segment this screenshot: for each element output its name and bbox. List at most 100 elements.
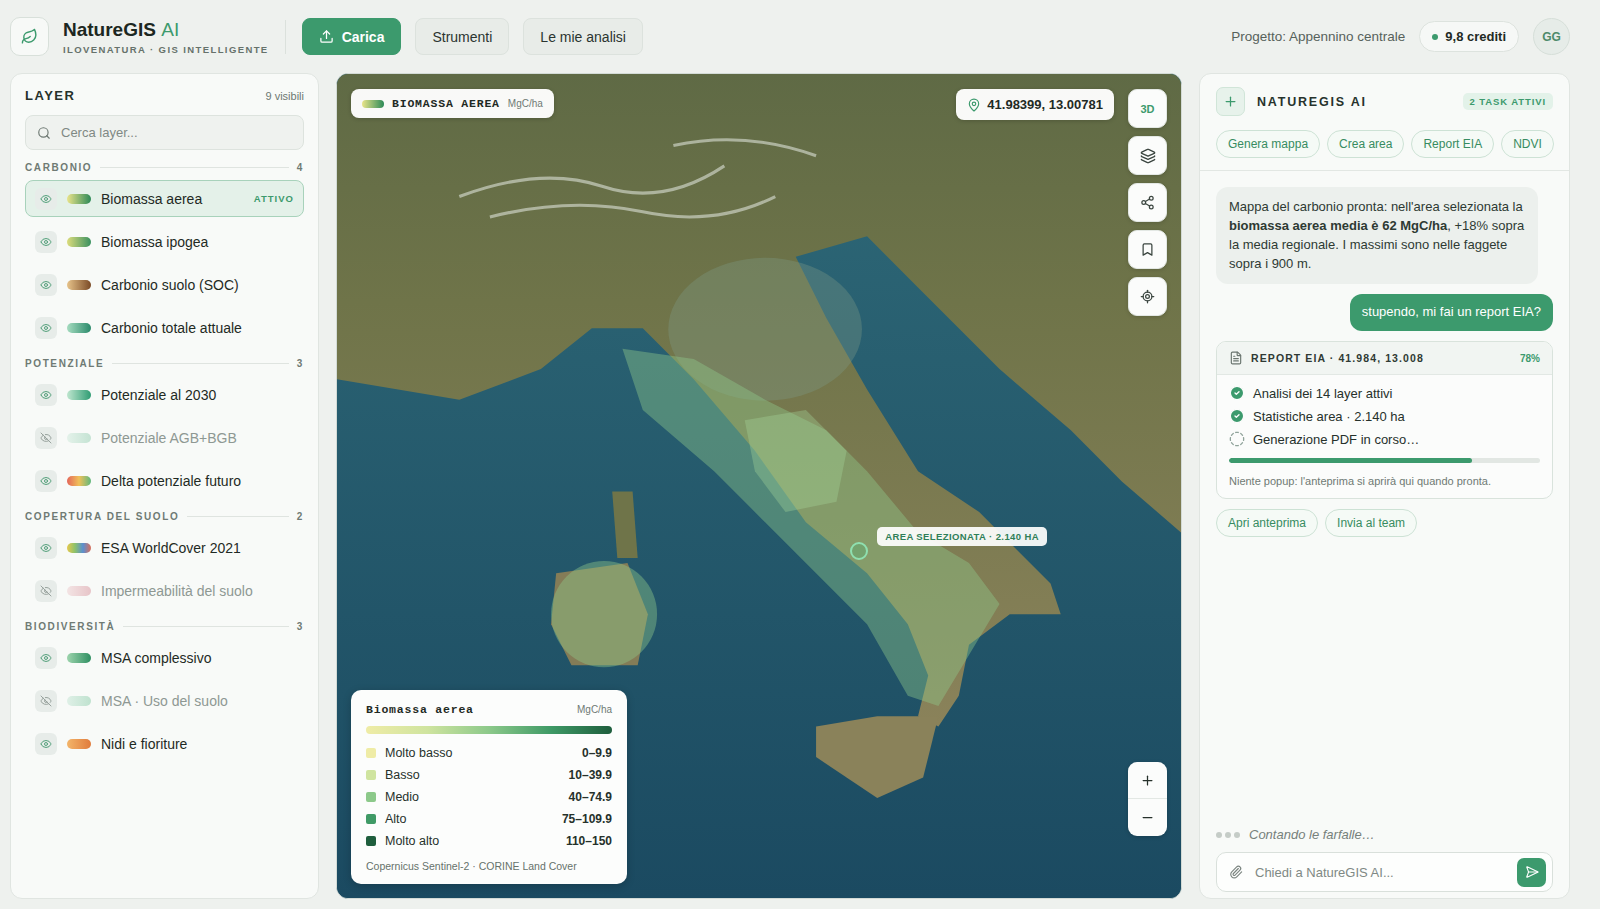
- app: NatureGIS AIILOVENATURA · GIS INTELLIGEN…: [0, 0, 1600, 909]
- legend-swatch: [366, 792, 376, 802]
- toolbar-button[interactable]: Strumenti: [415, 18, 509, 55]
- layer-group: BIODIVERSITÀ3MSA complessivoMSA · Uso de…: [25, 609, 304, 762]
- upload-icon: [319, 29, 334, 44]
- layer-swatch: [67, 390, 91, 400]
- visibility-toggle[interactable]: [35, 274, 57, 296]
- map-view[interactable]: BIOMASSA AEREAMgC/ha 41.98399, 13.00781 3D…: [336, 73, 1182, 899]
- legend-header: Biomassa aerea MgC/ha: [366, 703, 612, 716]
- visibility-toggle[interactable]: [35, 427, 57, 449]
- bookmark-button[interactable]: [1128, 230, 1167, 269]
- send-button[interactable]: [1517, 858, 1546, 887]
- layer-list: ESA WorldCover 2021 Impermeabilità del su…: [25, 529, 304, 609]
- layer-list: Potenziale al 2030 Potenziale AGB+BGB Delt…: [25, 376, 304, 499]
- visibility-toggle[interactable]: [35, 188, 57, 210]
- legend-title: Biomassa aerea: [366, 703, 474, 716]
- visible-count: 9 visibili: [265, 90, 304, 102]
- layer-item[interactable]: Biomassa ipogea: [25, 223, 304, 260]
- visibility-toggle[interactable]: [35, 384, 57, 406]
- logo[interactable]: [10, 17, 49, 56]
- layer-item[interactable]: Delta potenziale futuro: [25, 462, 304, 499]
- map-pin-icon: [967, 98, 981, 112]
- eye-off-icon: [40, 432, 52, 444]
- legend-unit: MgC/ha: [577, 704, 612, 715]
- zoom-in-button[interactable]: [1128, 762, 1167, 799]
- visibility-toggle[interactable]: [35, 580, 57, 602]
- coordinates-chip[interactable]: 41.98399, 13.00781: [956, 89, 1114, 120]
- task-action-chip[interactable]: Invia al team: [1325, 509, 1417, 537]
- layer-item[interactable]: MSA · Uso del suolo: [25, 682, 304, 719]
- layer-search[interactable]: [25, 115, 304, 150]
- eye-icon: [40, 389, 52, 401]
- zoom-out-button[interactable]: [1128, 799, 1167, 836]
- user-avatar[interactable]: GG: [1533, 18, 1570, 55]
- new-chat-button[interactable]: [1216, 87, 1245, 116]
- quick-actions: Genera mappaCrea areaReport EIANDVI: [1200, 126, 1569, 171]
- alps-snow: [459, 140, 816, 217]
- brand: NatureGIS AIILOVENATURA · GIS INTELLIGEN…: [63, 19, 269, 55]
- legend-swatch: [366, 748, 376, 758]
- visibility-toggle[interactable]: [35, 317, 57, 339]
- layer-swatch: [67, 543, 91, 553]
- layer-list: Biomassa aereaATTIVO Biomassa ipogea Carbo…: [25, 180, 304, 346]
- corsica: [612, 492, 637, 558]
- layers-button[interactable]: [1128, 136, 1167, 175]
- message-input[interactable]: [1253, 864, 1507, 881]
- layer-label: Impermeabilità del suolo: [101, 583, 294, 599]
- legend-row: Alto75–109.9: [366, 808, 612, 830]
- task-title: REPORT EIA · 41.984, 13.008: [1251, 352, 1424, 364]
- layer-label: Carbonio totale attuale: [101, 320, 294, 336]
- layer-swatch: [67, 323, 91, 333]
- visibility-toggle[interactable]: [35, 733, 57, 755]
- active-layer-chip[interactable]: BIOMASSA AEREAMgC/ha: [351, 89, 554, 118]
- layer-item[interactable]: Potenziale AGB+BGB: [25, 419, 304, 456]
- locate-button[interactable]: [1128, 277, 1167, 316]
- eye-icon: [40, 652, 52, 664]
- quick-action-chip[interactable]: NDVI: [1501, 130, 1554, 158]
- send-icon: [1525, 865, 1539, 879]
- layer-item[interactable]: Potenziale al 2030: [25, 376, 304, 413]
- quick-action-chip[interactable]: Genera mappa: [1216, 130, 1320, 158]
- group-rule: [112, 363, 288, 364]
- toolbar-button[interactable]: Carica: [302, 18, 402, 55]
- visibility-toggle[interactable]: [35, 231, 57, 253]
- chat-input[interactable]: [1216, 852, 1553, 892]
- layer-item[interactable]: Carbonio totale attuale: [25, 309, 304, 346]
- search-input[interactable]: [59, 124, 292, 141]
- progress-bar: [1229, 458, 1540, 463]
- layer-swatch: [67, 696, 91, 706]
- layer-item[interactable]: ESA WorldCover 2021: [25, 529, 304, 566]
- task-card: REPORT EIA · 41.984, 13.00878%Analisi de…: [1216, 341, 1553, 499]
- typing-indicator: Contando le farfalle…: [1200, 827, 1569, 852]
- credits-pill[interactable]: 9,8 crediti: [1419, 21, 1519, 52]
- selection-pin[interactable]: [850, 542, 868, 560]
- layer-label: Biomassa ipogea: [101, 234, 294, 250]
- task-note: Niente popup: l'anteprima si aprirà qui …: [1229, 475, 1540, 487]
- visibility-toggle[interactable]: [35, 690, 57, 712]
- layer-swatch: [67, 739, 91, 749]
- toolbar-button[interactable]: Le mie analisi: [523, 18, 643, 55]
- layer-item[interactable]: Impermeabilità del suolo: [25, 572, 304, 609]
- visibility-toggle[interactable]: [35, 537, 57, 559]
- layer-item[interactable]: Nidi e fioriture: [25, 725, 304, 762]
- layer-swatch: [67, 280, 91, 290]
- task-action-chip[interactable]: Apri anteprima: [1216, 509, 1318, 537]
- project-name[interactable]: Progetto: Appennino centrale: [1231, 29, 1405, 44]
- search-icon: [37, 126, 51, 140]
- visibility-toggle[interactable]: [35, 647, 57, 669]
- group-rule: [123, 626, 289, 627]
- visibility-toggle[interactable]: [35, 470, 57, 492]
- plus-icon: [1223, 94, 1238, 109]
- layer-group: COPERTURA DEL SUOLO2ESA WorldCover 2021I…: [25, 499, 304, 609]
- share-button[interactable]: [1128, 183, 1167, 222]
- layer-swatch: [67, 433, 91, 443]
- layer-label: Delta potenziale futuro: [101, 473, 294, 489]
- task-step: Analisi dei 14 layer attivi: [1229, 385, 1540, 401]
- layer-item[interactable]: Biomassa aereaATTIVO: [25, 180, 304, 217]
- quick-action-chip[interactable]: Crea area: [1327, 130, 1404, 158]
- legend-row: Molto alto110–150: [366, 830, 612, 852]
- layer-item[interactable]: Carbonio suolo (SOC): [25, 266, 304, 303]
- view-3d-button[interactable]: 3D: [1128, 89, 1167, 128]
- layer-swatch: [67, 653, 91, 663]
- quick-action-chip[interactable]: Report EIA: [1411, 130, 1494, 158]
- layer-item[interactable]: MSA complessivo: [25, 639, 304, 676]
